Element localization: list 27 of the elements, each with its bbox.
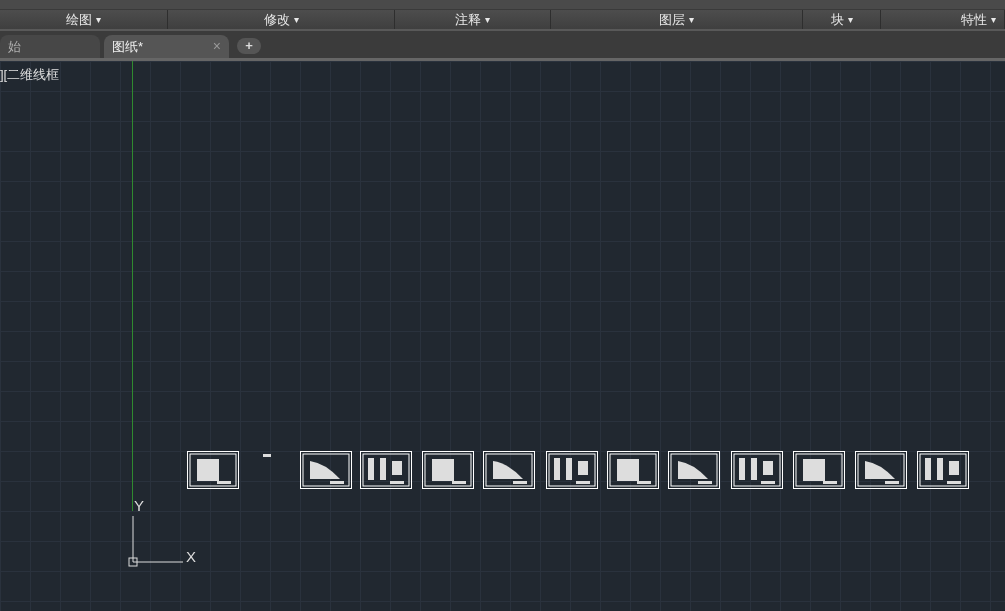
drawing-sheet-drawing (855, 451, 907, 489)
drawing-sheet-drawing (422, 451, 474, 489)
x-axis-label: X (186, 547, 196, 567)
ribbon-panel-title[interactable]: 图层 ▾ (551, 10, 803, 29)
ribbon-panel-title[interactable]: 修改 ▾ (168, 10, 395, 29)
drawing-sheet-drawing (360, 451, 412, 489)
drawing-sheet-drawing (917, 451, 969, 489)
ribbon-panel-title[interactable]: 注释 ▾ (395, 10, 551, 29)
y-axis-label: Y (134, 496, 144, 516)
ribbon-panel-title[interactable]: 绘图 ▾ (0, 10, 168, 29)
drawing-sheet-drawing (793, 451, 845, 489)
drawing-sheet-drawing (300, 451, 352, 489)
drawing-sheet-drawing (546, 451, 598, 489)
drawing-sheet-drawing (731, 451, 783, 489)
file-tab[interactable]: 始 (0, 35, 100, 58)
ribbon-panel-title[interactable]: 特性 ▾ (881, 10, 1005, 29)
tab-label: 始 (8, 37, 22, 56)
drawing-canvas[interactable]: ][二维线框 Y X (0, 61, 1005, 611)
drawing-sheet-drawing (607, 451, 659, 489)
drawing-sheet-drawing (668, 451, 720, 489)
new-tab-button[interactable]: + (237, 38, 261, 54)
file-tab[interactable]: 图纸* × (104, 35, 229, 58)
ribbon-panel-title[interactable]: 块 ▾ (803, 10, 881, 29)
tab-label: 图纸* (112, 37, 145, 56)
drawing-sheet-drawing (187, 451, 239, 489)
viewport-label[interactable]: ][二维线框 (0, 65, 60, 85)
drawing-sheet-drawing (483, 451, 535, 489)
